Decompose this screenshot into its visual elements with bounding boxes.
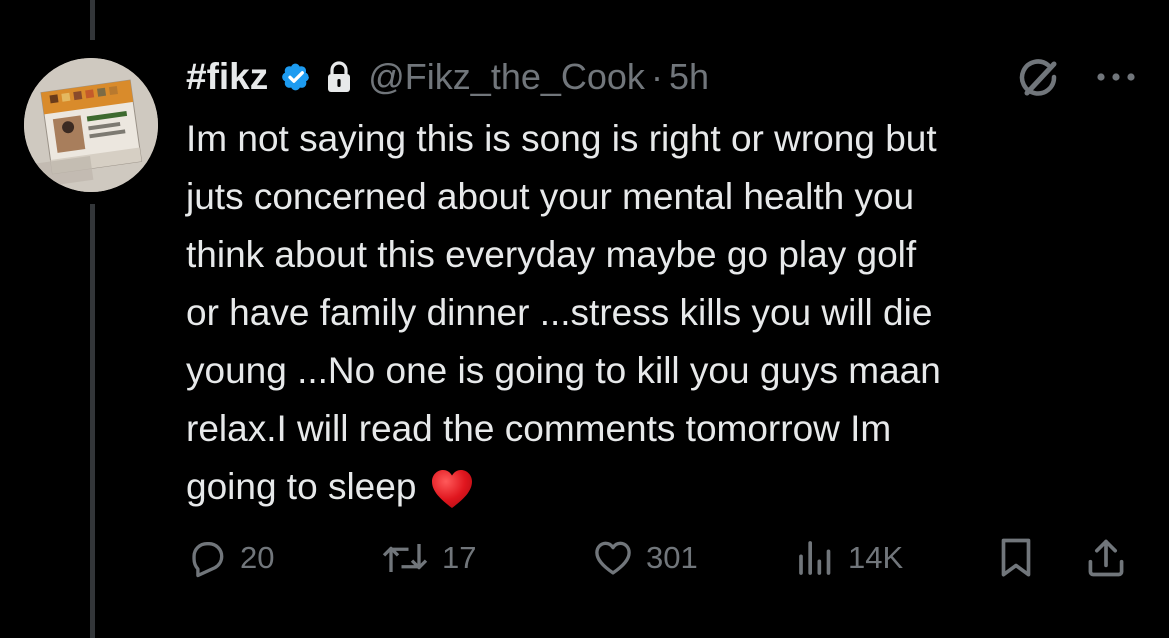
reply-button[interactable]: 20 [186,530,274,586]
verified-badge-icon[interactable] [278,59,314,95]
heart-icon [595,541,631,575]
repost-count: 17 [442,540,477,575]
red-heart-emoji-icon [430,468,474,510]
avatar-image [24,58,158,192]
tweet-text-line: young ...No one is going to kill you guy… [186,350,941,391]
handle[interactable]: @Fikz_the_Cook [368,56,645,98]
tweet-text-line: juts concerned about your mental health … [186,176,915,217]
tweet-text-line: think about this everyday maybe go play … [186,234,917,275]
tweet-text-line: going to sleep [186,466,417,507]
reply-count: 20 [240,540,275,575]
like-count: 301 [646,540,698,575]
share-button[interactable] [1084,530,1128,586]
grok-icon[interactable] [1014,55,1062,103]
display-name[interactable]: #fikz [186,56,268,98]
thread-line-top [90,0,95,40]
views-button[interactable]: 14K [796,530,903,586]
tweet-text-line: relax.I will read the comments tomorrow … [186,408,892,449]
share-icon [1088,539,1124,577]
views-count: 14K [848,540,904,575]
timestamp[interactable]: 5h [669,56,709,98]
more-icon[interactable] [1092,62,1140,92]
tweet-text-line: or have family dinner ...stress kills yo… [186,292,933,333]
tweet-text-line: Im not saying this is song is right or w… [186,118,937,159]
repost-icon [382,544,428,572]
tweet-header: #fikz @Fikz_the_Cook · 5h [186,50,709,104]
bookmark-icon [1001,538,1031,577]
separator: · [650,56,663,97]
lock-icon [324,60,354,94]
like-button[interactable]: 301 [592,530,698,586]
views-icon [799,541,831,575]
repost-button[interactable]: 17 [380,530,476,586]
action-bar: 20 17 301 14K [0,530,1169,586]
bookmark-button[interactable] [996,530,1036,586]
tweet-text: Im not saying this is song is right or w… [186,110,1126,516]
tweet-text-last-line: going to sleep [186,458,1126,516]
avatar[interactable] [24,58,158,192]
reply-icon [192,541,224,578]
